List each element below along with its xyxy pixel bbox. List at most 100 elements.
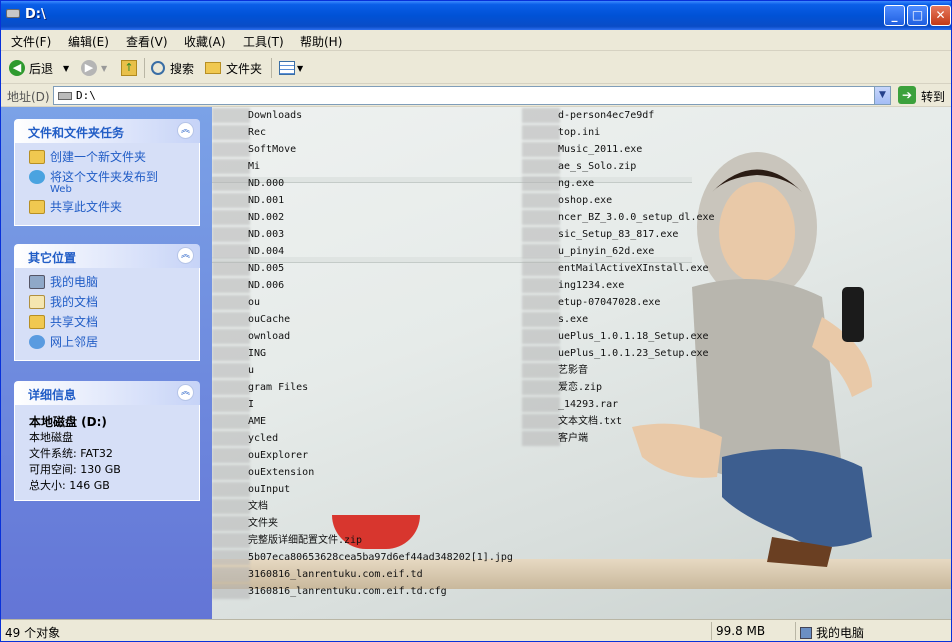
file-name: s.exe — [558, 314, 589, 325]
file-name: Mi — [248, 161, 261, 172]
file-name: ND.001 — [248, 195, 285, 206]
new-folder-icon — [29, 150, 45, 164]
file-icon — [212, 397, 250, 412]
file-name: ND.006 — [248, 280, 285, 291]
address-bar: 地址(D) D:\ ▼ ➔ 转到 — [1, 84, 951, 107]
file-icon — [522, 244, 560, 259]
file-icon — [212, 414, 250, 429]
file-icon — [522, 329, 560, 344]
file-icon — [522, 295, 560, 310]
file-name: I — [248, 399, 255, 410]
back-button[interactable]: ◀ 后退 ▼ — [9, 58, 69, 78]
my-computer-link[interactable]: 我的电脑 — [29, 274, 199, 290]
maximize-button[interactable]: □ — [907, 5, 928, 26]
search-icon — [151, 61, 165, 75]
file-icon — [212, 295, 250, 310]
views-button[interactable]: ▼ — [279, 58, 303, 78]
file-icon — [522, 176, 560, 191]
file-name: 艺影音 — [558, 365, 588, 376]
file-name: ownload — [248, 331, 291, 342]
my-documents-link[interactable]: 我的文档 — [29, 294, 199, 310]
tasks-panel-header[interactable]: 文件和文件夹任务 ︽ — [14, 119, 200, 143]
total-size: 总大小: 146 GB — [29, 479, 110, 492]
file-list-area[interactable]: Downloads Rec SoftMove Mi ND.000 ND.001 ND.002… — [212, 107, 951, 619]
title-bar[interactable]: D:\ _ □ ✕ — [1, 1, 951, 30]
file-name: ouCache — [248, 314, 291, 325]
views-icon — [279, 61, 295, 75]
folders-button[interactable]: 文件夹 — [205, 58, 262, 78]
menu-edit[interactable]: 编辑(E) — [68, 33, 109, 50]
menu-bar: 文件(F) 编辑(E) 查看(V) 收藏(A) 工具(T) 帮助(H) — [1, 30, 951, 80]
back-arrow-icon: ◀ — [9, 60, 25, 76]
file-name: sic_Setup_83_817.exe — [558, 229, 679, 240]
file-icon — [212, 533, 250, 548]
file-name: ncer_BZ_3.0.0_setup_dl.exe — [558, 212, 715, 223]
collapse-chevron-icon[interactable]: ︽ — [177, 247, 194, 264]
file-icon — [522, 227, 560, 242]
minimize-button[interactable]: _ — [884, 5, 905, 26]
menu-file[interactable]: 文件(F) — [11, 33, 51, 50]
file-name: 文本文档.txt — [558, 416, 623, 427]
up-folder-icon: ↑ — [121, 60, 137, 76]
menu-favorites[interactable]: 收藏(A) — [184, 33, 226, 50]
file-name: 3160816_lanrentuku.com.eif.td.cfg — [248, 586, 447, 597]
file-name: Downloads — [248, 110, 303, 121]
file-name: ND.002 — [248, 212, 285, 223]
file-name: Music_2011.exe — [558, 144, 643, 155]
up-folder-button[interactable]: ↑ — [121, 58, 137, 78]
new-folder-link[interactable]: 创建一个新文件夹 — [29, 149, 199, 165]
forward-button[interactable]: ▶ ▼ — [81, 58, 107, 78]
menu-help[interactable]: 帮助(H) — [300, 33, 342, 50]
file-icon — [212, 431, 250, 446]
file-icon — [212, 584, 250, 599]
file-icon — [522, 363, 560, 378]
file-icon — [212, 329, 250, 344]
search-button[interactable]: 搜索 — [151, 58, 194, 78]
file-icon — [522, 193, 560, 208]
address-dropdown-button[interactable]: ▼ — [874, 87, 890, 104]
share-folder-link[interactable]: 共享此文件夹 — [29, 199, 199, 215]
publish-web-link[interactable]: 将这个文件夹发布到 Web — [29, 169, 199, 195]
file-name: gram Files — [248, 382, 309, 393]
toolbar: ◀ 后退 ▼ ▶ ▼ ↑ 搜索 文件夹 ▼ — [1, 52, 951, 84]
file-icon — [212, 227, 250, 242]
file-icon — [212, 142, 250, 157]
zone-cell: 我的电脑 — [795, 622, 951, 640]
file-name: SoftMove — [248, 144, 297, 155]
file-icon — [212, 278, 250, 293]
drive-type: 本地磁盘 — [29, 431, 73, 444]
tasks-panel: 文件和文件夹任务 ︽ 创建一个新文件夹 将这个文件夹发布到 Web 共享此文件夹 — [14, 119, 200, 226]
file-icon — [522, 142, 560, 157]
file-name: 3160816_lanrentuku.com.eif.td — [248, 569, 423, 580]
address-input[interactable]: D:\ ▼ — [53, 86, 891, 105]
menu-view[interactable]: 查看(V) — [126, 33, 168, 50]
views-dropdown-icon: ▼ — [297, 63, 304, 73]
collapse-chevron-icon[interactable]: ︽ — [177, 384, 194, 401]
file-icon — [522, 125, 560, 140]
file-name: 完整版详细配置文件.zip — [248, 535, 363, 546]
file-icon — [212, 482, 250, 497]
file-icon — [522, 210, 560, 225]
details-panel-header[interactable]: 详细信息 ︽ — [14, 381, 200, 405]
file-name: uePlus_1.0.1.23_Setup.exe — [558, 348, 709, 359]
explorer-window: D:\ _ □ ✕ 文件(F) 编辑(E) 查看(V) 收藏(A) 工具(T) … — [0, 0, 952, 642]
go-button[interactable]: 转到 — [921, 88, 945, 105]
file-name: Rec — [248, 127, 267, 138]
forward-dropdown-icon[interactable]: ▼ — [101, 64, 107, 73]
go-arrow-icon[interactable]: ➔ — [898, 86, 916, 104]
task-pane: 文件和文件夹任务 ︽ 创建一个新文件夹 将这个文件夹发布到Web 共享此文件夹 — [1, 107, 212, 619]
close-button[interactable]: ✕ — [930, 5, 951, 26]
file-icon — [212, 125, 250, 140]
file-icon — [212, 193, 250, 208]
back-dropdown-icon[interactable]: ▼ — [63, 64, 69, 73]
menu-tools[interactable]: 工具(T) — [243, 33, 284, 50]
network-places-link[interactable]: 网上邻居 — [29, 334, 199, 350]
file-name: ouInput — [248, 484, 291, 495]
places-panel: 其它位置 ︽ 我的电脑 我的文档 共享文档 网上邻居 — [14, 244, 200, 361]
file-icon — [212, 380, 250, 395]
selection-size: 99.8 MB — [711, 622, 795, 640]
shared-documents-link[interactable]: 共享文档 — [29, 314, 199, 330]
collapse-chevron-icon[interactable]: ︽ — [177, 122, 194, 139]
details-panel-title: 详细信息 — [28, 388, 77, 402]
places-panel-header[interactable]: 其它位置 ︽ — [14, 244, 200, 268]
